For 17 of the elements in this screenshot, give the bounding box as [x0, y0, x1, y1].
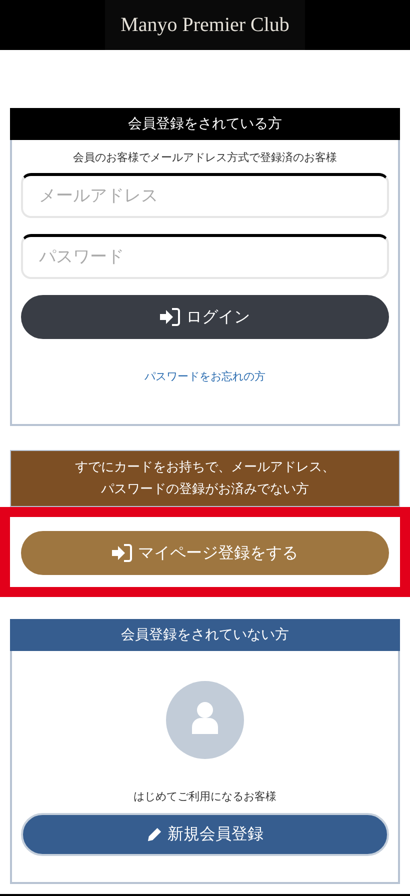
mypage-register-button[interactable]: マイページ登録をする [21, 531, 389, 575]
site-title: Manyo Premier Club [105, 0, 305, 50]
card-title: 会員登録をされている方 [10, 108, 400, 140]
forgot-password-link[interactable]: パスワードをお忘れの方 [12, 369, 398, 384]
caption: はじめてご利用になるお客様 [132, 789, 278, 804]
new-member-button[interactable]: 新規会員登録 [21, 813, 389, 856]
card-title: 会員登録をされていない方 [10, 619, 400, 651]
sign-in-icon [160, 308, 180, 326]
login-button[interactable]: ログイン [21, 295, 389, 339]
card-subtitle: 会員のお客様でメールアドレス方式で登録済のお客様 [72, 150, 338, 165]
sign-in-icon [112, 544, 132, 562]
pencil-icon [146, 827, 162, 842]
email-field[interactable]: メールアドレス [21, 173, 389, 218]
avatar-icon [166, 681, 244, 759]
banner-text: パスワードの登録がお済みでない方 [100, 481, 310, 499]
password-field[interactable]: パスワード [21, 234, 389, 279]
banner-text: すでにカードをお持ちで、メールアドレス、 [74, 459, 336, 477]
